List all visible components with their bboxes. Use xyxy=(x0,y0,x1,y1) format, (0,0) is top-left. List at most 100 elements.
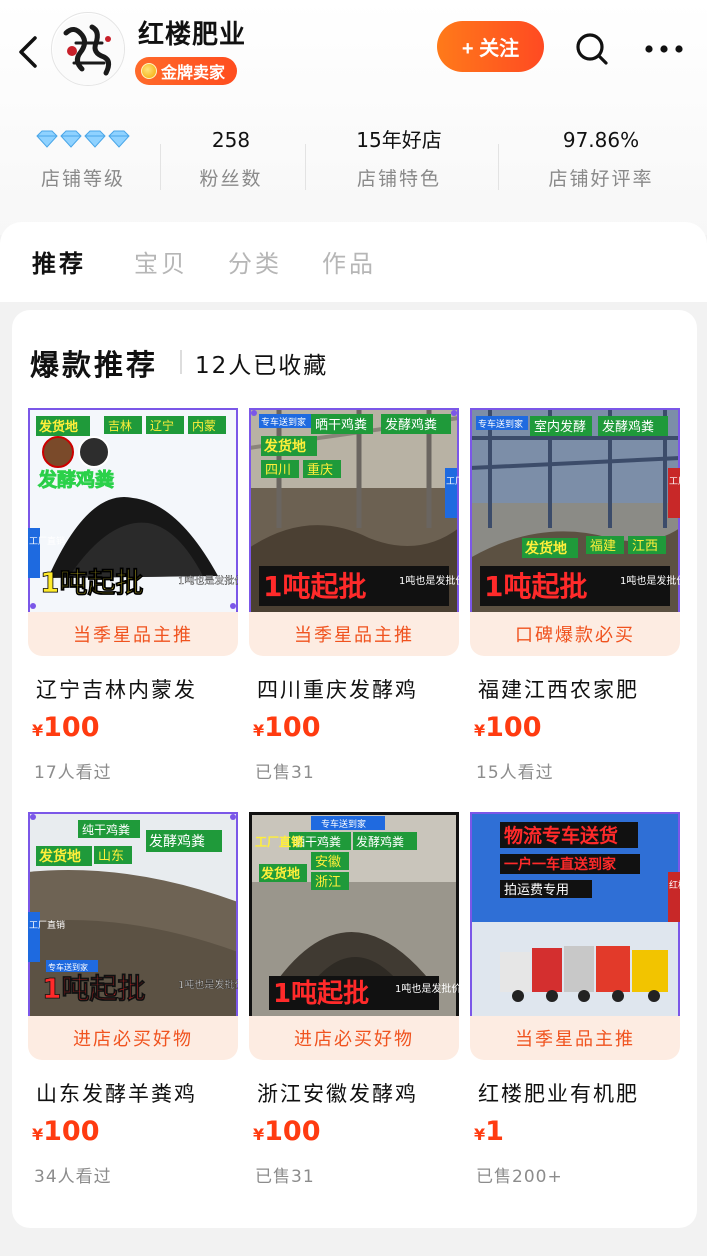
image-chip: 辽宁 xyxy=(150,418,174,433)
price-value: 100 xyxy=(43,712,100,743)
stat-rating[interactable]: 97.86% 店铺好评率 xyxy=(506,122,696,191)
stat-feature[interactable]: 15年好店 店铺特色 xyxy=(324,122,474,191)
section-title: 爆款推荐 xyxy=(30,348,159,382)
tab-items[interactable]: 宝贝 xyxy=(134,244,188,279)
image-side-label: 工厂直销 xyxy=(29,535,65,547)
image-chip: 发货地 xyxy=(38,419,78,435)
shop-avatar[interactable] xyxy=(51,12,125,86)
product-image[interactable]: 物流专车送货 一户一车直送到家 拍运费专用 红楼肥业 xyxy=(470,812,680,1022)
image-chip: 一户一车直送到家 xyxy=(504,856,617,873)
price-value: 100 xyxy=(43,1116,100,1147)
image-chip: 室内发酵 xyxy=(534,419,586,435)
currency-symbol: ¥ xyxy=(474,721,486,740)
section-subtitle[interactable]: 12人已收藏 xyxy=(195,346,328,380)
price-value: 100 xyxy=(485,712,542,743)
level-diamonds xyxy=(8,122,158,158)
product-image[interactable]: 发货地 吉林 辽宁 内蒙 发酵鸡粪 工厂直销 1吨起批 1吨也是发批价 xyxy=(28,408,238,618)
stat-label: 店铺等级 xyxy=(40,168,125,190)
image-region: 福建 xyxy=(590,539,616,554)
more-dots-icon xyxy=(645,45,683,53)
tab-recommend[interactable]: 推荐 xyxy=(32,244,86,279)
image-heading: 发货地 xyxy=(524,540,567,557)
image-chip: 发酵鸡粪 xyxy=(356,834,404,849)
image-region: 浙江 xyxy=(315,875,341,890)
image-chip: 专车送到家 xyxy=(478,418,523,430)
image-chip: 内蒙 xyxy=(192,419,216,433)
price-value: 100 xyxy=(264,1116,321,1147)
product-meta: 34人看过 xyxy=(34,1167,112,1187)
product-price: ¥100 xyxy=(32,1116,100,1147)
product-title[interactable]: 辽宁吉林内蒙发 xyxy=(36,674,197,704)
product-title[interactable]: 四川重庆发酵鸡 xyxy=(257,674,418,704)
diamond-icon xyxy=(60,130,82,148)
image-region: 四川 xyxy=(265,463,291,478)
shop-header: 红楼肥业 金牌卖家 + 关注 店铺等级 258 粉丝数 15年好店 店铺特色 9… xyxy=(0,0,707,235)
diamond-icon xyxy=(84,130,106,148)
image-banner: 1吨起批 xyxy=(273,979,369,1009)
image-banner: 1吨起批 xyxy=(484,570,587,603)
image-heading: 发货地 xyxy=(38,848,81,865)
product-image[interactable]: 专车送到家 室内发酵 发酵鸡粪 发货地 福建 江西 工厂直销 1吨起批 1吨也是… xyxy=(470,408,680,618)
product-title[interactable]: 山东发酵羊粪鸡 xyxy=(36,1078,197,1108)
stat-shop-level[interactable]: 店铺等级 xyxy=(8,122,158,191)
product-price: ¥100 xyxy=(32,712,100,743)
image-note: 1吨也是发批价 xyxy=(178,574,238,587)
diamond-icon xyxy=(108,130,130,148)
shop-name: 红楼肥业 xyxy=(138,20,247,50)
product-price: ¥1 xyxy=(474,1116,504,1147)
search-button[interactable] xyxy=(570,27,614,71)
image-note: 1吨也是发批价 xyxy=(395,982,459,995)
coin-icon xyxy=(141,63,157,79)
image-chip: 吉林 xyxy=(108,419,132,433)
product-price: ¥100 xyxy=(474,712,542,743)
stat-fans[interactable]: 258 粉丝数 xyxy=(156,122,306,191)
badge-label: 金牌卖家 xyxy=(161,63,226,82)
product-image[interactable]: 专车送到家 晒干鸡粪 发酵鸡粪 发货地 四川 重庆 工厂直销 1吨起批 1吨也是… xyxy=(249,408,459,618)
back-button[interactable] xyxy=(8,32,48,72)
stat-value: 258 xyxy=(211,128,251,152)
image-banner: 1吨起批 xyxy=(42,972,145,1005)
product-title[interactable]: 福建江西农家肥 xyxy=(478,674,639,704)
product-meta: 17人看过 xyxy=(34,763,112,783)
image-chip: 专车送到家 xyxy=(261,416,306,428)
image-side-label: 工厂直销 xyxy=(446,475,459,487)
stat-label: 粉丝数 xyxy=(199,168,263,190)
gold-seller-badge: 金牌卖家 xyxy=(135,57,238,85)
product-meta: 已售31 xyxy=(255,1167,315,1187)
product-tag: 当季星品主推 xyxy=(249,612,459,656)
product-image[interactable]: 专车送到家 晒干鸡粪 发酵鸡粪 发货地 安徽 浙江 工厂直销 1吨起批 1吨也是… xyxy=(249,812,459,1022)
image-note: 1吨也是发批价 xyxy=(620,574,680,587)
follow-button[interactable]: + 关注 xyxy=(437,21,544,72)
product-tag: 当季星品主推 xyxy=(28,612,238,656)
image-chip: 晒干鸡粪 xyxy=(315,417,367,433)
image-side-label: 工厂直销 xyxy=(669,475,680,487)
product-tag: 进店必买好物 xyxy=(28,1016,238,1060)
product-title[interactable]: 红楼肥业有机肥 xyxy=(478,1078,639,1108)
image-chip: 纯干鸡粪 xyxy=(82,822,130,837)
image-chip: 拍运费专用 xyxy=(504,883,569,898)
stat-divider xyxy=(498,144,499,190)
image-note: 1吨也是发批价 xyxy=(178,978,238,991)
product-image[interactable]: 纯干鸡粪 发酵鸡粪 发货地 山东 工厂直销 专车送到家 1吨起批 1吨也是发批价 xyxy=(28,812,238,1022)
image-region: 江西 xyxy=(632,539,658,554)
image-note: 1吨也是发批价 xyxy=(399,574,459,587)
image-side-label: 工厂直销 xyxy=(255,834,303,849)
product-tag: 口碑爆款必买 xyxy=(470,612,680,656)
currency-symbol: ¥ xyxy=(253,1125,265,1144)
product-title[interactable]: 浙江安徽发酵鸡 xyxy=(257,1078,418,1108)
back-arrow-icon xyxy=(19,36,37,68)
tab-works[interactable]: 作品 xyxy=(322,244,376,279)
image-heading: 发货地 xyxy=(263,438,306,455)
currency-symbol: ¥ xyxy=(253,721,265,740)
stat-value: 97.86% xyxy=(562,128,640,152)
diamond-icon xyxy=(36,130,58,148)
product-tag: 当季星品主推 xyxy=(470,1016,680,1060)
shop-tabs: 推荐 宝贝 分类 作品 xyxy=(0,222,707,302)
more-button[interactable] xyxy=(640,27,688,71)
image-chip: 专车送到家 xyxy=(321,818,366,830)
product-price: ¥100 xyxy=(253,1116,321,1147)
tab-categories[interactable]: 分类 xyxy=(228,244,282,279)
image-region: 安徽 xyxy=(315,855,341,870)
product-meta: 15人看过 xyxy=(476,763,554,783)
image-side-label: 红楼肥业 xyxy=(669,879,680,891)
